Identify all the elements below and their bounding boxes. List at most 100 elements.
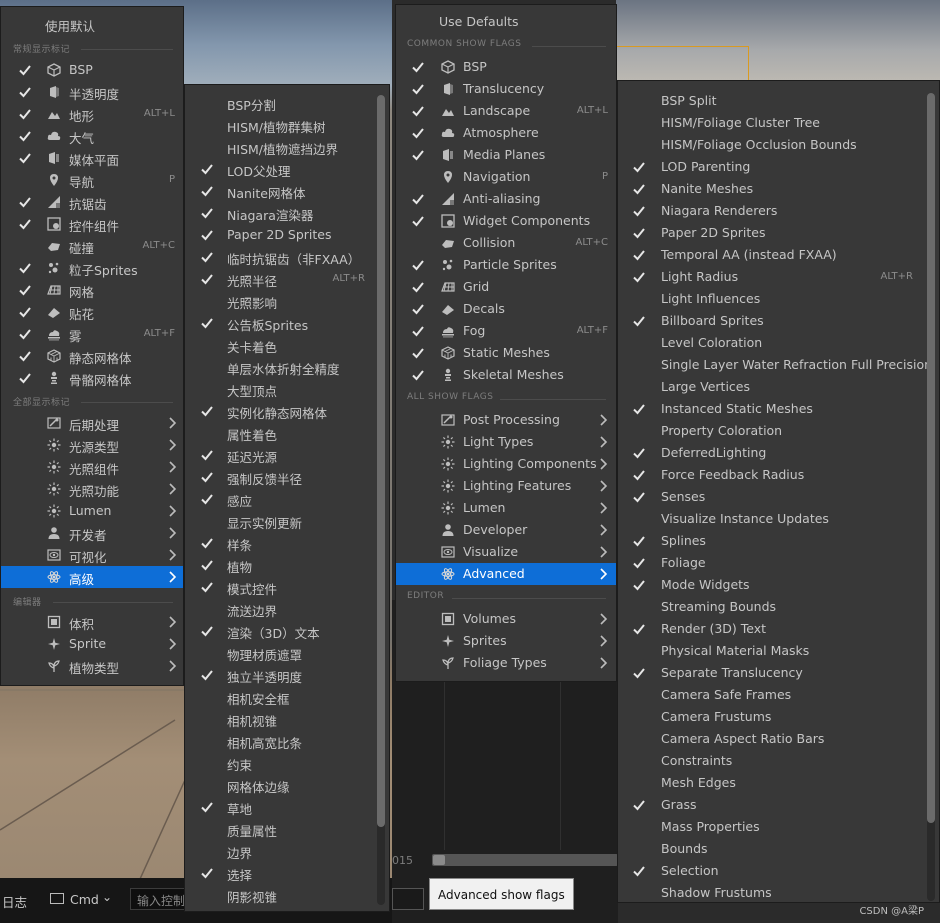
submenu-advanced-atom-7[interactable]: Advanced (396, 563, 616, 585)
advanced-flag-33[interactable]: Mass Properties (618, 816, 939, 838)
show-flag-grid[interactable]: 网格 (1, 279, 183, 301)
show-flag-translucency[interactable]: Translucency (396, 78, 616, 100)
submenu-post-process-0[interactable]: Post Processing (396, 409, 616, 431)
show-flag-navigation-pin[interactable]: 导航 P (1, 169, 183, 191)
show-flag-anti-aliasing[interactable]: 抗锯齿 (1, 191, 183, 213)
advanced-flag-36[interactable]: 阴影视锥 (185, 884, 389, 906)
advanced-flag-18[interactable]: 感应 (185, 488, 389, 510)
submenu-light-3[interactable]: 光照功能 (1, 478, 183, 500)
show-flag-particle[interactable]: 粒子Sprites (1, 257, 183, 279)
advanced-flag-28[interactable]: Camera Frustums (618, 706, 939, 728)
submenu-scrollbar[interactable] (377, 95, 385, 905)
submenu-light-2[interactable]: 光照组件 (1, 456, 183, 478)
use-defaults-item[interactable]: Use Defaults (396, 11, 616, 33)
show-flag-navigation-pin[interactable]: Navigation P (396, 166, 616, 188)
submenu-developer-5[interactable]: Developer (396, 519, 616, 541)
advanced-flag-2[interactable]: HISM/Foliage Occlusion Bounds (618, 134, 939, 156)
advanced-flag-17[interactable]: Force Feedback Radius (618, 464, 939, 486)
show-flag-atmosphere-cloud[interactable]: Atmosphere (396, 122, 616, 144)
advanced-flag-18[interactable]: Senses (618, 486, 939, 508)
advanced-flag-33[interactable]: 质量属性 (185, 818, 389, 840)
advanced-flag-29[interactable]: 相机高宽比条 (185, 730, 389, 752)
use-defaults-item[interactable]: 使用默认 (1, 13, 183, 35)
show-flag-bsp-cube[interactable]: BSP (1, 59, 183, 81)
advanced-flag-3[interactable]: LOD父处理 (185, 158, 389, 180)
advanced-flag-10[interactable]: 公告板Sprites (185, 312, 389, 334)
show-flag-particle[interactable]: Particle Sprites (396, 254, 616, 276)
advanced-flag-21[interactable]: Foliage (618, 552, 939, 574)
submenu-light-2[interactable]: Lighting Components (396, 453, 616, 475)
show-flag-landscape-mountain[interactable]: 地形 ALT+L (1, 103, 183, 125)
scrollbar-thumb[interactable] (927, 93, 935, 823)
advanced-flag-20[interactable]: 样条 (185, 532, 389, 554)
advanced-flag-0[interactable]: BSP分割 (185, 92, 389, 114)
submenu-light-1[interactable]: 光源类型 (1, 434, 183, 456)
advanced-flag-15[interactable]: Property Coloration (618, 420, 939, 442)
submenu-light-4[interactable]: Lumen (1, 500, 183, 522)
advanced-flag-9[interactable]: Light Influences (618, 288, 939, 310)
advanced-flag-16[interactable]: 延迟光源 (185, 444, 389, 466)
show-flag-collision[interactable]: Collision ALT+C (396, 232, 616, 254)
advanced-flag-10[interactable]: Billboard Sprites (618, 310, 939, 332)
show-flag-fog[interactable]: Fog ALT+F (396, 320, 616, 342)
show-flag-decal[interactable]: 贴花 (1, 301, 183, 323)
advanced-flag-3[interactable]: LOD Parenting (618, 156, 939, 178)
show-flag-skeletal-mesh[interactable]: 骨骼网格体 (1, 367, 183, 389)
submenu-light-4[interactable]: Lumen (396, 497, 616, 519)
advanced-flag-13[interactable]: Large Vertices (618, 376, 939, 398)
log-tab[interactable]: 日志 (2, 892, 27, 911)
advanced-flag-25[interactable]: 物理材质遮罩 (185, 642, 389, 664)
advanced-flag-32[interactable]: Grass (618, 794, 939, 816)
advanced-flag-30[interactable]: Constraints (618, 750, 939, 772)
advanced-flag-28[interactable]: 相机视锥 (185, 708, 389, 730)
advanced-flag-31[interactable]: Mesh Edges (618, 772, 939, 794)
console-input[interactable]: 输入控制 (130, 888, 190, 910)
advanced-flag-5[interactable]: Niagara渲染器 (185, 202, 389, 224)
advanced-flag-34[interactable]: 边界 (185, 840, 389, 862)
advanced-flag-21[interactable]: 植物 (185, 554, 389, 576)
advanced-flag-17[interactable]: 强制反馈半径 (185, 466, 389, 488)
advanced-flag-14[interactable]: 实例化静态网格体 (185, 400, 389, 422)
advanced-flag-1[interactable]: HISM/Foliage Cluster Tree (618, 112, 939, 134)
show-flag-media-plane[interactable]: 媒体平面 (1, 147, 183, 169)
advanced-flag-34[interactable]: Bounds (618, 838, 939, 860)
show-flag-media-plane[interactable]: Media Planes (396, 144, 616, 166)
advanced-flag-20[interactable]: Splines (618, 530, 939, 552)
advanced-flag-26[interactable]: 独立半透明度 (185, 664, 389, 686)
advanced-flag-35[interactable]: Selection (618, 860, 939, 882)
advanced-flag-8[interactable]: Light Radius ALT+R (618, 266, 939, 288)
advanced-flag-29[interactable]: Camera Aspect Ratio Bars (618, 728, 939, 750)
advanced-flag-13[interactable]: 大型顶点 (185, 378, 389, 400)
advanced-flag-4[interactable]: Nanite网格体 (185, 180, 389, 202)
show-flag-grid[interactable]: Grid (396, 276, 616, 298)
advanced-flag-24[interactable]: Render (3D) Text (618, 618, 939, 640)
submenu-visualize-eye-6[interactable]: 可视化 (1, 544, 183, 566)
submenu-editor-foliage[interactable]: 植物类型 (1, 655, 183, 677)
submenu-visualize-eye-6[interactable]: Visualize (396, 541, 616, 563)
advanced-flag-1[interactable]: HISM/植物群集树 (185, 114, 389, 136)
advanced-flag-5[interactable]: Niagara Renderers (618, 200, 939, 222)
submenu-editor-volume[interactable]: 体积 (1, 611, 183, 633)
advanced-flag-23[interactable]: Streaming Bounds (618, 596, 939, 618)
submenu-advanced-atom-7[interactable]: 高级 (1, 566, 183, 588)
advanced-flag-11[interactable]: Level Coloration (618, 332, 939, 354)
advanced-flag-35[interactable]: 选择 (185, 862, 389, 884)
advanced-flag-14[interactable]: Instanced Static Meshes (618, 398, 939, 420)
submenu-editor-sprite[interactable]: Sprite (1, 633, 183, 655)
advanced-flag-32[interactable]: 草地 (185, 796, 389, 818)
advanced-flag-9[interactable]: 光照影响 (185, 290, 389, 312)
advanced-flag-4[interactable]: Nanite Meshes (618, 178, 939, 200)
advanced-flag-36[interactable]: Shadow Frustums (618, 882, 939, 904)
advanced-flag-15[interactable]: 属性着色 (185, 422, 389, 444)
advanced-flag-22[interactable]: Mode Widgets (618, 574, 939, 596)
show-flag-skeletal-mesh[interactable]: Skeletal Meshes (396, 364, 616, 386)
advanced-flag-6[interactable]: Paper 2D Sprites (618, 222, 939, 244)
show-flag-static-mesh[interactable]: 静态网格体 (1, 345, 183, 367)
advanced-flag-19[interactable]: Visualize Instance Updates (618, 508, 939, 530)
submenu-editor-sprite[interactable]: Sprites (396, 630, 616, 652)
submenu-post-process-0[interactable]: 后期处理 (1, 412, 183, 434)
advanced-flag-25[interactable]: Physical Material Masks (618, 640, 939, 662)
advanced-flag-6[interactable]: Paper 2D Sprites (185, 224, 389, 246)
console-input-stub[interactable] (392, 888, 424, 910)
show-flag-collision[interactable]: 碰撞 ALT+C (1, 235, 183, 257)
